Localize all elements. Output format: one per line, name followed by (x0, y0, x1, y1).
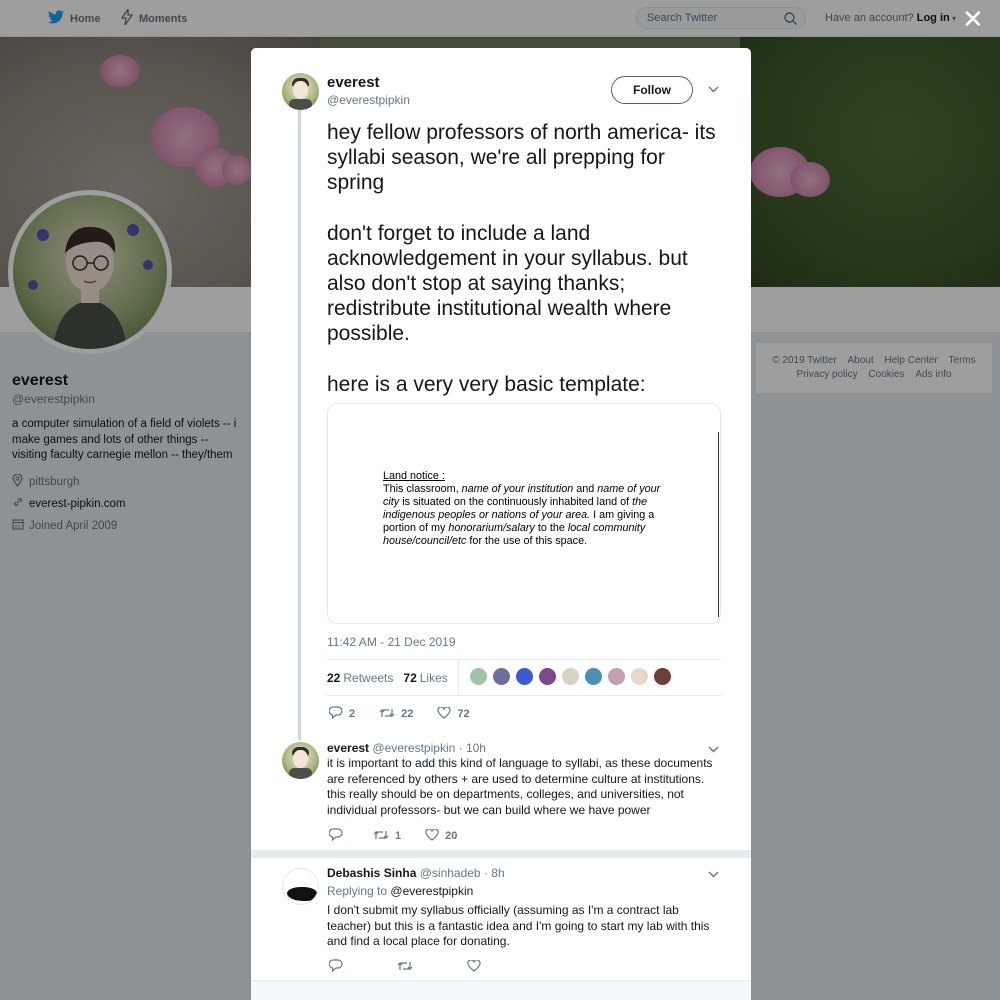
doc-heading: Land notice : (383, 470, 445, 482)
liker-avatar[interactable] (629, 666, 649, 686)
reply-author[interactable]: everest @everestpipkin · 10h (327, 741, 486, 755)
reply-time[interactable]: · 10h (459, 741, 486, 755)
replying-label: Replying to (327, 884, 388, 898)
retweets-label: Retweets (343, 670, 394, 685)
doc-text: for the use of this space. (466, 535, 588, 547)
doc-text: This classroom, (383, 483, 462, 495)
tweet-image[interactable]: Land notice : This classroom, name of yo… (327, 403, 721, 624)
reply-author[interactable]: Debashis Sinha @sinhadeb · 8h (327, 866, 505, 880)
retweet-icon (379, 707, 395, 722)
reply-author-handle: @everestpipkin (372, 741, 456, 755)
avatar[interactable] (282, 73, 319, 110)
liker-avatar[interactable] (468, 666, 488, 686)
tweet-author-name[interactable]: everest (327, 74, 380, 91)
reply-button[interactable]: 2 (328, 706, 356, 722)
doc-text: is situated on the continuously inhabite… (399, 496, 633, 508)
doc-text: to the (534, 522, 568, 534)
reply-author-name: Debashis Sinha (327, 866, 417, 880)
reply-count: 2 (349, 708, 356, 720)
thread-line (298, 110, 301, 740)
like-button[interactable]: 72 (437, 705, 470, 722)
document-edge (718, 432, 719, 617)
liker-avatar[interactable] (491, 666, 511, 686)
liker-avatar[interactable] (514, 666, 534, 686)
reply-author-name: everest (327, 741, 370, 755)
chevron-down-icon[interactable] (708, 745, 719, 756)
retweet-icon (397, 960, 413, 975)
heart-icon (437, 705, 451, 722)
retweets-stat[interactable]: 22 Retweets (327, 671, 393, 685)
reply-icon (328, 959, 343, 975)
loading-strip (251, 980, 751, 1000)
tweet-modal: everest @everestpipkin Follow hey fellow… (251, 48, 751, 1000)
reply-icon (328, 706, 343, 722)
reply-time[interactable]: · 8h (484, 866, 505, 880)
reply-author-handle: @sinhadeb (419, 866, 481, 880)
doc-placeholder: name of your institution (461, 483, 574, 495)
tweet-actions: 2 22 72 (328, 705, 494, 722)
retweet-count: 22 (401, 708, 414, 720)
reply-actions: 1 20 (328, 827, 481, 844)
reply-text: I don't submit my syllabus officially (a… (327, 903, 710, 948)
doc-text: and (573, 483, 598, 495)
retweet-icon (373, 829, 389, 844)
retweet-button[interactable] (397, 960, 413, 975)
chevron-down-icon[interactable] (708, 85, 719, 96)
reply-text: it is important to add this kind of lang… (327, 756, 713, 817)
likes-count: 72 (403, 670, 417, 685)
replying-handle[interactable]: @everestpipkin (390, 884, 473, 898)
tweet-paragraph: here is a very very basic template: (327, 372, 646, 396)
reply-icon (328, 828, 343, 844)
likes-stat[interactable]: 72 Likes (403, 671, 447, 685)
retweets-count: 22 (327, 670, 341, 685)
retweet-button[interactable]: 22 (379, 707, 413, 722)
tweet-author-handle[interactable]: @everestpipkin (327, 93, 410, 107)
heart-icon (467, 958, 481, 975)
liker-avatar[interactable] (560, 666, 580, 686)
doc-placeholder: honorarium/salary (448, 522, 535, 534)
avatar[interactable] (282, 742, 319, 779)
retweet-button[interactable]: 1 (373, 829, 401, 844)
like-button[interactable] (467, 958, 481, 975)
close-icon[interactable]: ✕ (962, 6, 984, 32)
heart-icon (425, 827, 439, 844)
liker-avatar[interactable] (537, 666, 557, 686)
land-notice-document: Land notice : This classroom, name of yo… (383, 470, 663, 548)
likes-label: Likes (419, 670, 448, 685)
reply-button[interactable] (328, 959, 343, 975)
like-button[interactable]: 20 (425, 827, 458, 844)
avatar[interactable] (282, 868, 319, 905)
liker-avatar[interactable] (652, 666, 672, 686)
tweet-paragraph: don't forget to include a land acknowled… (327, 221, 688, 346)
like-count: 20 (445, 830, 458, 842)
reply-actions (328, 958, 505, 975)
tweet-paragraph: hey fellow professors of north america- … (327, 121, 716, 195)
follow-button[interactable]: Follow (611, 76, 693, 104)
tweet-timestamp[interactable]: 11:42 AM - 21 Dec 2019 (327, 635, 456, 649)
liker-avatar[interactable] (606, 666, 626, 686)
liker-avatars (468, 666, 676, 689)
like-count: 72 (457, 708, 470, 720)
retweet-count: 1 (395, 830, 402, 842)
liker-avatar[interactable] (583, 666, 603, 686)
tweet-text: hey fellow professors of north america- … (327, 120, 722, 422)
chevron-down-icon[interactable] (708, 870, 719, 881)
replying-to: Replying to @everestpipkin (327, 884, 473, 898)
divider (251, 850, 751, 858)
doc-body: This classroom, name of your institution… (383, 483, 663, 548)
reply-button[interactable] (328, 828, 349, 844)
tweet-stats: 22 Retweets 72 Likes (327, 659, 721, 696)
